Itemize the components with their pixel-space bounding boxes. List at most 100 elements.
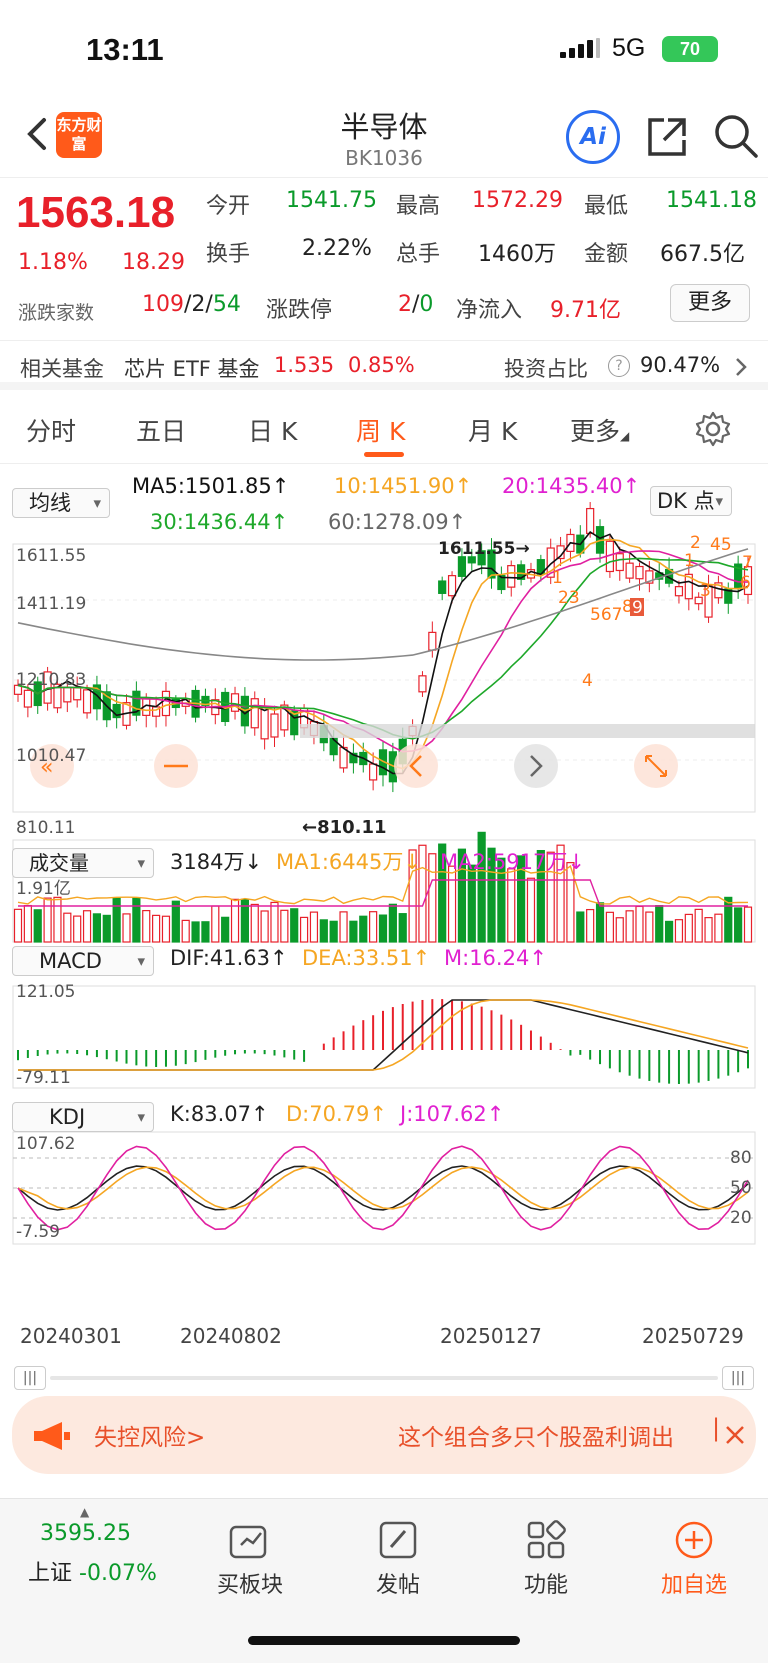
tab-weekly-k[interactable]: 周 K	[356, 412, 405, 448]
volume-bar	[447, 865, 457, 943]
range-handle-right[interactable]: |||	[722, 1366, 754, 1390]
kdj-level-80: 80	[730, 1148, 752, 1168]
board-icon	[229, 1525, 267, 1559]
ai-button[interactable]: Ai	[566, 110, 620, 164]
macd-m: M:16.24↑	[444, 946, 547, 970]
step-left-button[interactable]	[394, 744, 438, 788]
volume-bar	[625, 910, 634, 943]
macd-selector[interactable]: MACD	[12, 946, 154, 976]
volume-bar	[260, 910, 269, 943]
volume-bar	[734, 907, 743, 943]
tab-monthly-k[interactable]: 月 K	[468, 412, 517, 448]
step-right-button[interactable]	[514, 744, 558, 788]
candle	[418, 675, 427, 693]
kline-svg: 1 23 4 567 8 9 1 2 3 45 6 7 « 1611.55→ ←…	[12, 502, 756, 1245]
functions-button[interactable]: 功能	[486, 1519, 606, 1599]
help-icon[interactable]: ?	[608, 355, 630, 377]
limit-down: 0	[419, 292, 434, 317]
breadth-values: 109/2/54	[142, 292, 241, 317]
megaphone-icon	[34, 1422, 70, 1450]
notice-banner[interactable]: 失控风险> 这个组合多只个股盈利调出 |	[12, 1396, 756, 1474]
index-row[interactable]: 上证 -0.07%	[28, 1555, 157, 1587]
volume-bar	[142, 909, 151, 943]
volume-value: 3184万↓	[170, 850, 263, 874]
volume-bar	[280, 909, 289, 943]
edit-icon	[379, 1521, 417, 1559]
search-icon[interactable]	[712, 112, 760, 160]
volume-bar	[359, 915, 368, 943]
volume-bar	[467, 864, 476, 943]
kdj-j-text: J:107.62	[400, 1102, 487, 1126]
buy-board-label: 买板块	[216, 1573, 283, 1598]
kdj-d: D:70.79↑	[286, 1102, 387, 1126]
date-label: 20250729	[642, 1324, 744, 1348]
tab-intraday[interactable]: 分时	[26, 412, 76, 448]
candle	[635, 565, 644, 580]
volume-bar	[250, 903, 259, 943]
volume-bar	[112, 897, 121, 943]
vol-ma2-text: MA2:5917万	[440, 850, 568, 874]
volume-bar	[73, 915, 82, 943]
volume-bar	[13, 908, 23, 943]
volume-bar	[82, 910, 92, 943]
volume-bar	[290, 908, 299, 943]
amount-label: 金额	[584, 242, 629, 267]
tab-daily-k[interactable]: 日 K	[248, 412, 297, 448]
caret-up-icon: ▲	[80, 1505, 90, 1519]
dk-marker: 6	[740, 573, 751, 593]
more-button[interactable]: 更多	[670, 284, 750, 322]
volume-bar	[428, 853, 437, 943]
volume-label: 总手	[396, 242, 441, 267]
candle	[615, 553, 624, 572]
tab-more[interactable]: 更多◢	[570, 412, 629, 448]
candle	[82, 689, 92, 714]
change-pct: 1.18%	[18, 250, 88, 275]
candle	[447, 575, 457, 597]
dk-marker: 1	[552, 568, 563, 588]
volume-bar	[684, 913, 693, 943]
dk-marker: 2	[690, 533, 701, 553]
buy-board-button[interactable]: 买板块	[190, 1519, 310, 1599]
volume-bar	[161, 915, 171, 943]
tab-five-day[interactable]: 五日	[136, 412, 186, 448]
settings-gear-icon[interactable]	[694, 410, 732, 448]
add-watchlist-button[interactable]: 加自选	[634, 1519, 754, 1599]
range-handle-left[interactable]: |||	[14, 1366, 46, 1390]
y-label: 1010.47	[16, 746, 87, 766]
range-scrollbar[interactable]: ||| |||	[14, 1364, 754, 1392]
related-fund-row[interactable]: 相关基金 芯片 ETF 基金 1.535 0.85% 投资占比 ? 90.47%	[0, 340, 768, 390]
banner-right-text: 这个组合多只个股盈利调出	[398, 1425, 674, 1451]
volume-bar	[595, 902, 605, 943]
volume-bar	[221, 916, 230, 943]
volume-bar	[319, 919, 328, 943]
volume-bar	[132, 897, 141, 943]
candle	[586, 507, 595, 535]
change-value: 18.29	[122, 250, 185, 275]
volume-bar	[674, 919, 684, 943]
volume-bar	[309, 911, 319, 943]
kdj-selector[interactable]: KDJ	[12, 1102, 154, 1132]
volume-bar	[724, 896, 733, 943]
macd-bars-group	[17, 999, 749, 1084]
volume-bar	[704, 917, 713, 943]
status-bar: 13:11 5G 70	[0, 0, 768, 96]
tab-active-indicator	[364, 452, 404, 457]
volume-bar	[586, 908, 595, 943]
fund-pct: 0.85%	[348, 353, 415, 377]
volume-bar	[102, 914, 111, 943]
caret-icon: ◢	[620, 429, 630, 443]
breadth-flat: 2	[191, 292, 206, 317]
dk-marker: 567	[590, 605, 622, 625]
inflow-value: 9.71亿	[550, 298, 621, 323]
index-name: 上证	[28, 1561, 73, 1586]
chevron-right-icon	[736, 358, 747, 376]
index-value[interactable]: 3595.25	[40, 1521, 131, 1546]
candle	[270, 713, 279, 738]
close-icon[interactable]	[724, 1424, 746, 1446]
post-button[interactable]: 发帖	[338, 1519, 458, 1599]
candle	[23, 689, 32, 708]
volume-bar	[398, 913, 407, 943]
share-icon[interactable]	[644, 114, 690, 160]
fund-name: 芯片 ETF 基金	[124, 357, 260, 381]
kdj-k: K:83.07↑	[170, 1102, 269, 1126]
